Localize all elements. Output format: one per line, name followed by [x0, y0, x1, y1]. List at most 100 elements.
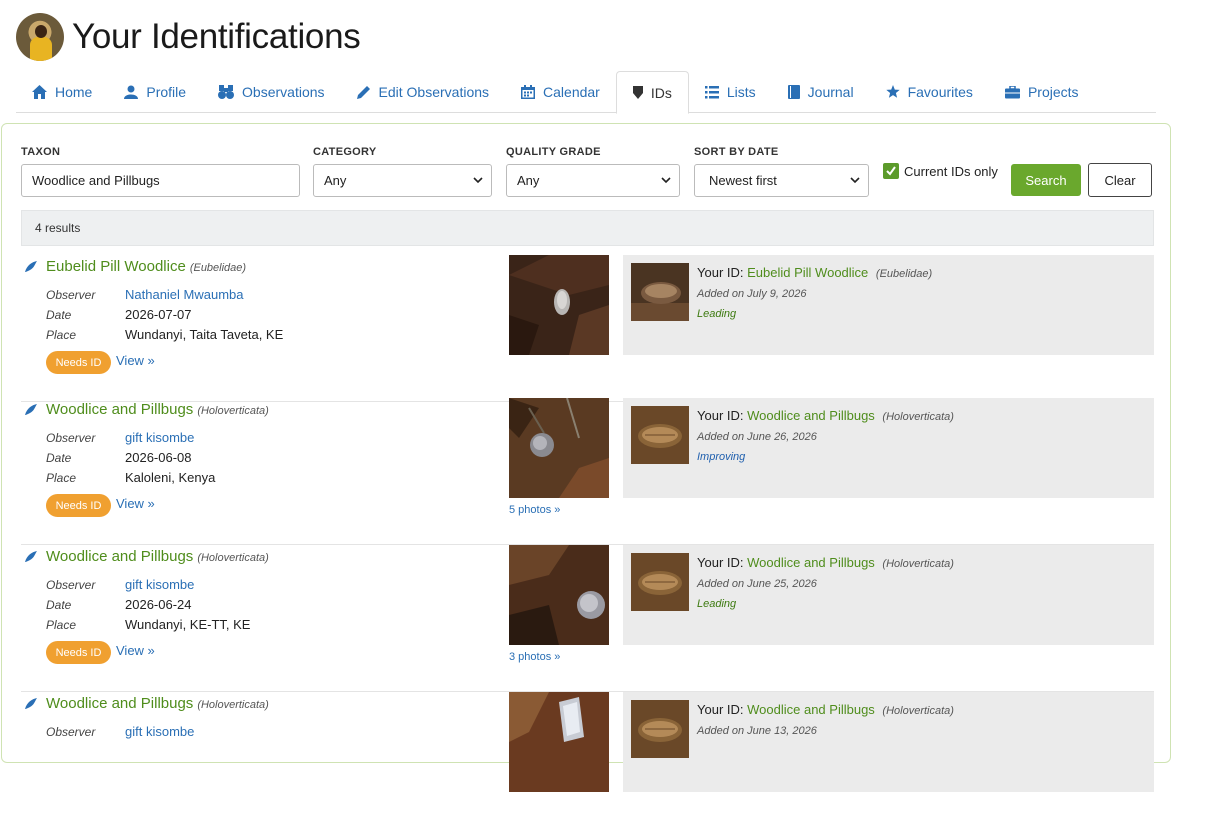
identification-taxon-link[interactable]: Woodlice and Pillbugs — [747, 555, 875, 570]
observation-date: 2026-06-08 — [125, 450, 192, 465]
table-row: Woodlice and Pillbugs (Holoverticata) Obs… — [21, 545, 1154, 692]
observer-link[interactable]: Nathaniel Mwaumba — [125, 287, 244, 302]
tab-profile[interactable]: Profile — [108, 71, 202, 113]
tab-observations[interactable]: Observations — [202, 71, 340, 113]
observation-photo[interactable] — [509, 545, 609, 645]
home-icon — [32, 85, 47, 99]
category-select[interactable]: Any — [313, 164, 492, 197]
identification-taxon-photo[interactable] — [631, 553, 689, 611]
view-link[interactable]: View » — [116, 643, 155, 658]
view-link[interactable]: View » — [116, 353, 155, 368]
calendar-icon — [521, 85, 536, 99]
status-badge: Needs ID — [46, 641, 111, 664]
observation-place: Wundanyi, Taita Taveta, KE — [125, 327, 284, 342]
observation-date: 2026-07-07 — [125, 307, 192, 322]
tab-label: Projects — [1027, 84, 1079, 100]
quality-grade-select[interactable]: Any — [506, 164, 680, 197]
your-id-line: Your ID: Eubelid Pill Woodlice (Eubelida… — [697, 265, 933, 280]
current-ids-checkbox[interactable]: Current IDs only — [883, 163, 998, 179]
sort-label: SORT BY DATE — [694, 146, 779, 158]
status-badge: Needs ID — [46, 494, 111, 517]
observation-photo[interactable] — [509, 692, 609, 792]
observation-taxon-link[interactable]: Woodlice and Pillbugs (Holoverticata) — [46, 401, 269, 418]
bird-icon — [24, 550, 38, 568]
identification-taxon-photo[interactable] — [631, 700, 689, 758]
tab-edit-observations[interactable]: Edit Observations — [341, 71, 506, 113]
observation-taxon-link[interactable]: Woodlice and Pillbugs (Holoverticata) — [46, 548, 269, 565]
more-photos-link[interactable]: 3 photos » — [509, 651, 560, 663]
bird-icon — [24, 403, 38, 421]
clear-button[interactable]: Clear — [1088, 163, 1152, 197]
page-title: Your Identifications — [72, 17, 361, 56]
identification-taxon-photo[interactable] — [631, 263, 689, 321]
tab-label: IDs — [650, 84, 672, 101]
taxon-input[interactable]: Woodlice and Pillbugs — [21, 164, 300, 197]
sort-value: Newest first — [709, 173, 777, 188]
identification-date: Added on June 26, 2026 — [697, 431, 817, 443]
bird-icon — [24, 697, 38, 715]
sort-select[interactable]: Newest first — [694, 164, 869, 197]
tab-ids[interactable]: IDs — [615, 71, 689, 114]
tab-label: Journal — [807, 84, 854, 100]
tab-label: Observations — [242, 84, 325, 100]
bird-icon — [24, 260, 38, 278]
status-badge: Needs ID — [46, 351, 111, 374]
identification-taxon-link[interactable]: Woodlice and Pillbugs — [747, 408, 875, 423]
your-identification: Your ID: Eubelid Pill Woodlice (Eubelida… — [623, 255, 1154, 355]
observer-label: Observer — [46, 431, 96, 445]
quality-grade-value: Any — [517, 173, 540, 188]
observation-taxon-link[interactable]: Eubelid Pill Woodlice (Eubelidae) — [46, 258, 246, 275]
observer-label: Observer — [46, 578, 96, 592]
identification-category: Improving — [697, 451, 746, 463]
your-identification: Your ID: Woodlice and Pillbugs (Holovert… — [623, 398, 1154, 498]
table-row: Eubelid Pill Woodlice (Eubelidae) Observe… — [21, 255, 1154, 402]
tab-lists[interactable]: Lists — [689, 71, 772, 113]
results-count: 4 results — [21, 210, 1154, 246]
your-id-line: Your ID: Woodlice and Pillbugs (Holovert… — [697, 702, 954, 717]
tab-label: Profile — [146, 84, 187, 100]
tag-icon — [632, 86, 643, 99]
tab-calendar[interactable]: Calendar — [505, 71, 616, 113]
observation-photo[interactable] — [509, 255, 609, 355]
identification-category: Leading — [697, 308, 737, 320]
tab-projects[interactable]: Projects — [989, 71, 1095, 113]
chevron-down-icon — [473, 174, 483, 189]
search-button[interactable]: Search — [1011, 164, 1081, 196]
observation-taxon-link[interactable]: Woodlice and Pillbugs (Holoverticata) — [46, 695, 269, 712]
category-value: Any — [324, 173, 347, 188]
observation-date: 2026-06-24 — [125, 597, 192, 612]
category-label: CATEGORY — [313, 146, 377, 158]
identification-taxon-link[interactable]: Woodlice and Pillbugs — [747, 702, 875, 717]
page-header: Your Identifications — [16, 13, 361, 61]
observation-photo[interactable] — [509, 398, 609, 498]
chevron-down-icon — [850, 174, 860, 189]
avatar[interactable] — [16, 13, 64, 61]
tab-favourites[interactable]: Favourites — [870, 71, 989, 113]
tab-home[interactable]: Home — [16, 71, 108, 113]
tab-label: Edit Observations — [378, 84, 490, 100]
quality-grade-label: QUALITY GRADE — [506, 146, 601, 158]
observation-place: Wundanyi, KE-TT, KE — [125, 617, 251, 632]
your-identification: Your ID: Woodlice and Pillbugs (Holovert… — [623, 545, 1154, 645]
chevron-down-icon — [661, 174, 671, 189]
your-identification: Your ID: Woodlice and Pillbugs (Holovert… — [623, 692, 1154, 792]
more-photos-link[interactable]: 5 photos » — [509, 504, 560, 516]
view-link[interactable]: View » — [116, 496, 155, 511]
identification-date: Added on June 25, 2026 — [697, 578, 817, 590]
tab-label: Favourites — [907, 84, 973, 100]
tab-label: Lists — [726, 84, 756, 100]
tab-journal[interactable]: Journal — [772, 71, 870, 113]
identifications-panel: TAXON Woodlice and Pillbugs CATEGORY Any… — [1, 123, 1171, 792]
taxon-label: TAXON — [21, 146, 61, 158]
observer-link[interactable]: gift kisombe — [125, 724, 194, 739]
identification-taxon-photo[interactable] — [631, 406, 689, 464]
place-label: Place — [46, 328, 77, 342]
list-icon — [704, 85, 719, 99]
observer-link[interactable]: gift kisombe — [125, 577, 194, 592]
identification-taxon-link[interactable]: Eubelid Pill Woodlice — [747, 265, 868, 280]
date-label: Date — [46, 451, 72, 465]
book-icon — [787, 85, 800, 99]
observer-link[interactable]: gift kisombe — [125, 430, 194, 445]
table-row: Woodlice and Pillbugs (Holoverticata) Obs… — [21, 398, 1154, 545]
place-label: Place — [46, 618, 77, 632]
